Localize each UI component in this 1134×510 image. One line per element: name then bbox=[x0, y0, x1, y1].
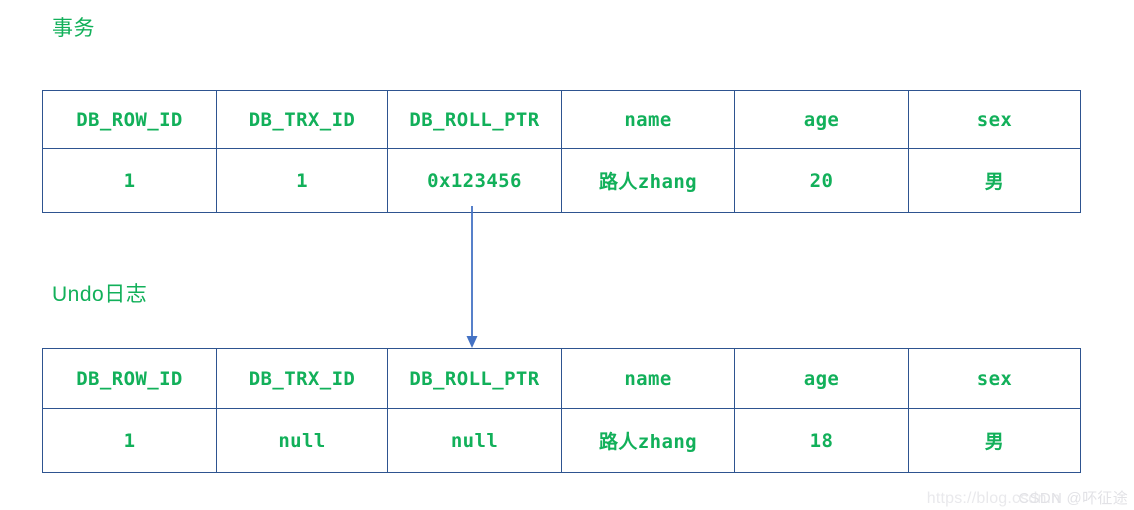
header-cell-db-roll-ptr: DB_ROLL_PTR bbox=[387, 90, 562, 149]
table-header-row: DB_ROW_ID DB_TRX_ID DB_ROLL_PTR name age… bbox=[42, 348, 1081, 409]
header-cell-age: age bbox=[734, 90, 909, 149]
cell-db-roll-ptr: null bbox=[387, 408, 562, 473]
header-cell-db-trx-id: DB_TRX_ID bbox=[216, 90, 388, 149]
cell-db-trx-id: 1 bbox=[216, 148, 388, 213]
watermark-brand: CSDN @吥征途 bbox=[1018, 490, 1128, 507]
header-cell-name: name bbox=[561, 348, 735, 409]
cell-db-trx-id: null bbox=[216, 408, 388, 473]
cell-name: 路人zhang bbox=[561, 408, 735, 473]
cell-db-row-id: 1 bbox=[42, 148, 217, 213]
section-caption-transaction: 事务 bbox=[52, 17, 95, 40]
table-row: 1 null null 路人zhang 18 男 bbox=[42, 408, 1081, 473]
undo-log-row-table: DB_ROW_ID DB_TRX_ID DB_ROLL_PTR name age… bbox=[42, 348, 1081, 473]
diagram-canvas: 事务 DB_ROW_ID DB_TRX_ID DB_ROLL_PTR name … bbox=[0, 0, 1134, 510]
header-cell-sex: sex bbox=[908, 90, 1081, 149]
cell-db-row-id: 1 bbox=[42, 408, 217, 473]
roll-pointer-arrow-icon bbox=[466, 206, 478, 348]
header-cell-db-row-id: DB_ROW_ID bbox=[42, 90, 217, 149]
cell-name: 路人zhang bbox=[561, 148, 735, 213]
header-cell-db-trx-id: DB_TRX_ID bbox=[216, 348, 388, 409]
watermark: https://blog.csdn.n CSDN @吥征途 bbox=[927, 487, 1128, 508]
table-header-row: DB_ROW_ID DB_TRX_ID DB_ROLL_PTR name age… bbox=[42, 90, 1081, 149]
section-caption-undo-log: Undo日志 bbox=[52, 283, 148, 306]
header-cell-age: age bbox=[734, 348, 909, 409]
header-cell-db-row-id: DB_ROW_ID bbox=[42, 348, 217, 409]
cell-age: 18 bbox=[734, 408, 909, 473]
cell-db-roll-ptr: 0x123456 bbox=[387, 148, 562, 213]
header-cell-name: name bbox=[561, 90, 735, 149]
cell-age: 20 bbox=[734, 148, 909, 213]
cell-sex: 男 bbox=[908, 148, 1081, 213]
header-cell-db-roll-ptr: DB_ROLL_PTR bbox=[387, 348, 562, 409]
table-row: 1 1 0x123456 路人zhang 20 男 bbox=[42, 148, 1081, 213]
cell-sex: 男 bbox=[908, 408, 1081, 473]
transaction-row-table: DB_ROW_ID DB_TRX_ID DB_ROLL_PTR name age… bbox=[42, 90, 1081, 213]
header-cell-sex: sex bbox=[908, 348, 1081, 409]
